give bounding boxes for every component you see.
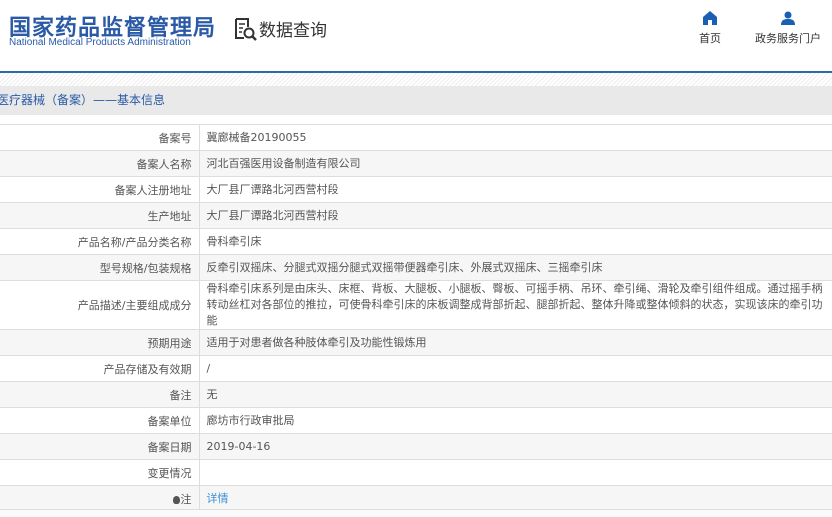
row-label: 备案日期 — [0, 433, 200, 460]
row-label: 产品存储及有效期 — [0, 355, 200, 382]
header: 国家药品监督管理局 National Medical Products Admi… — [0, 0, 832, 71]
row-label-text: 生产地址 — [147, 209, 192, 223]
row-value-text: 骨科牵引床系列是由床头、床框、背板、大腿板、小腿板、臀板、可摇手柄、吊环、牵引绳… — [206, 282, 823, 327]
row-value: 骨科牵引床系列是由床头、床框、背板、大腿板、小腿板、臀板、可摇手柄、吊环、牵引绳… — [199, 280, 832, 330]
row-label-text: 产品名称/产品分类名称 — [77, 235, 192, 249]
nav-home[interactable]: 首页 — [699, 11, 721, 46]
table-row: 预期用途 适用于对患者做各种肢体牵引及功能性锻炼用 — [0, 329, 832, 356]
user-icon — [781, 11, 795, 25]
row-label-text: 型号规格/包装规格 — [99, 261, 192, 275]
table-row: 备注无 — [0, 381, 832, 408]
info-table: 备案号 冀廊械备20190055 备案人名称 河北百强医用设备制造有限公司 备案人注册地… — [0, 124, 832, 512]
table-row: 产品描述/主要组成成分 骨科牵引床系列是由床头、床框、背板、大腿板、小腿板、臀板、… — [0, 280, 832, 330]
table-row: 产品存储及有效期 / — [0, 355, 832, 382]
row-label: 备注 — [0, 381, 200, 408]
row-label: 生产地址 — [0, 202, 200, 229]
row-value: / — [199, 355, 832, 382]
row-label: 预期用途 — [0, 329, 200, 356]
row-label-text: 备案人注册地址 — [114, 183, 192, 197]
nav-portal-label: 政务服务门户 — [755, 32, 821, 45]
page-title: 医疗器械（备案）——基本信息 — [0, 86, 832, 115]
row-value-text: 适用于对患者做各种肢体牵引及功能性锻炼用 — [206, 335, 427, 349]
row-label-text: 产品存储及有效期 — [103, 362, 192, 376]
row-value: 大厂县厂谭路北河西营村段 — [199, 202, 832, 229]
row-value: 适用于对患者做各种肢体牵引及功能性锻炼用 — [199, 329, 832, 356]
row-value: 反牵引双摇床、分腿式双摇分腿式双摇带便器牵引床、外展式双摇床、三摇牵引床 — [199, 254, 832, 281]
row-value-text: 反牵引双摇床、分腿式双摇分腿式双摇带便器牵引床、外展式双摇床、三摇牵引床 — [206, 260, 603, 274]
table-row: 备案单位 廊坊市行政审批局 — [0, 407, 832, 434]
row-label: 注 — [0, 485, 200, 512]
row-value-text: 大厂县厂谭路北河西营村段 — [206, 208, 339, 222]
row-value: 大厂县厂谭路北河西营村段 — [199, 176, 832, 203]
table-row: 备案人注册地址 大厂县厂谭路北河西营村段 — [0, 176, 832, 203]
table-row: 注 详情 — [0, 485, 832, 512]
row-label-text: 备案人名称 — [136, 157, 192, 171]
row-label: 产品名称/产品分类名称 — [0, 228, 200, 255]
row-value: 骨科牵引床 — [199, 228, 832, 255]
row-value: 2019-04-16 — [199, 433, 832, 460]
row-label-text: 备注 — [169, 388, 192, 402]
row-label-text: 备案日期 — [147, 440, 192, 454]
row-value-text: 大厂县厂谭路北河西营村段 — [206, 182, 339, 196]
row-label-text: 变更情况 — [147, 466, 192, 480]
row-label: 备案人名称 — [0, 150, 200, 177]
row-label: 产品描述/主要组成成分 — [0, 280, 200, 330]
row-label: 备案单位 — [0, 407, 200, 434]
nav-home-label: 首页 — [699, 32, 721, 45]
section-title: 数据查询 — [233, 16, 327, 41]
row-label-text: 备案号 — [158, 131, 192, 145]
row-label-text: 预期用途 — [147, 336, 192, 350]
table-row: 生产地址 大厂县厂谭路北河西营村段 — [0, 202, 832, 229]
table-row: 备案日期 2019-04-16 — [0, 433, 832, 460]
row-label-text: 注 — [180, 492, 192, 506]
row-value: 河北百强医用设备制造有限公司 — [199, 150, 832, 177]
footer-strip — [0, 509, 832, 517]
nav-portal[interactable]: 政务服务门户 — [755, 11, 821, 46]
table-row: 备案人名称 河北百强医用设备制造有限公司 — [0, 150, 832, 177]
row-value: 冀廊械备20190055 — [199, 124, 832, 151]
row-value-text: 河北百强医用设备制造有限公司 — [206, 156, 361, 170]
row-value — [199, 459, 832, 486]
home-icon — [703, 11, 717, 25]
details-link[interactable]: 详情 — [207, 492, 229, 505]
table-row: 备案号 冀廊械备20190055 — [0, 124, 832, 151]
row-value-text: 无 — [206, 387, 218, 401]
hatch-strip — [0, 73, 832, 86]
row-label-text: 产品描述/主要组成成分 — [77, 299, 192, 312]
row-label-text: 备案单位 — [147, 414, 192, 428]
row-value-text: / — [206, 361, 211, 375]
row-value-text: 冀廊械备20190055 — [206, 130, 307, 144]
table-row: 型号规格/包装规格 反牵引双摇床、分腿式双摇分腿式双摇带便器牵引床、外展式双摇床、… — [0, 254, 832, 281]
table-row: 产品名称/产品分类名称 骨科牵引床 — [0, 228, 832, 255]
row-value: 无 — [199, 381, 832, 408]
row-label: 备案人注册地址 — [0, 176, 200, 203]
row-label: 型号规格/包装规格 — [0, 254, 200, 281]
row-label: 备案号 — [0, 124, 200, 151]
row-value-text: 骨科牵引床 — [206, 234, 262, 248]
row-value-text: 2019-04-16 — [206, 439, 271, 453]
row-value: 廊坊市行政审批局 — [199, 407, 832, 434]
lightbulb-icon — [172, 495, 180, 504]
section-label: 数据查询 — [259, 21, 327, 41]
document-search-icon — [235, 17, 257, 41]
table-row: 变更情况 — [0, 459, 832, 486]
row-value: 详情 — [199, 485, 832, 512]
row-value-text: 廊坊市行政审批局 — [206, 413, 295, 427]
logo-subtitle: National Medical Products Administration — [9, 37, 191, 48]
row-label: 变更情况 — [0, 459, 200, 486]
